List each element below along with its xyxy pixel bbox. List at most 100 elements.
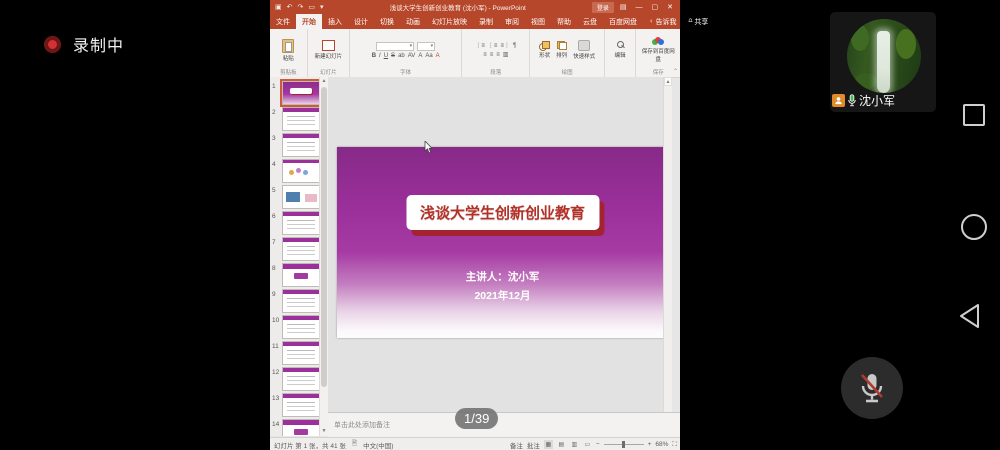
tab-云盘[interactable]: 云盘 [577,14,603,29]
thumbnail-preview[interactable] [282,367,321,391]
slide-counter: 幻灯片 第 1 张，共 41 张 [274,440,346,450]
start-slideshow-icon[interactable]: ▭ [308,3,315,11]
slide-title-plate[interactable]: 浅谈大学生创新创业教育 [406,195,599,230]
tab-切换[interactable]: 切换 [374,14,400,29]
spellcheck-icon[interactable]: 🖹 [352,439,357,450]
list-buttons[interactable]: ⋮≡⋮≡≡⋮¶ [475,42,516,49]
thumbnail-preview[interactable] [282,263,321,287]
microphone-muted-icon [857,371,887,405]
thumbnail-number: 12 [272,369,279,376]
language-indicator[interactable]: 中文(中国) [363,440,393,450]
tab-file[interactable]: 文件 [270,14,296,29]
tab-帮助[interactable]: 帮助 [551,14,577,29]
font-style-buttons[interactable]: BIUSabAVAAaA [372,53,440,59]
maximize-button[interactable]: ▢ [652,3,659,11]
scroll-up-icon[interactable]: ▲ [320,77,328,86]
align-buttons[interactable]: ≡≡≡▥ [483,51,508,58]
microphone-icon [847,94,857,107]
slide[interactable]: 浅谈大学生创新创业教育 主讲人：沈小军 2021年12月 [337,147,668,338]
redo-icon[interactable]: ↷ [298,3,304,11]
thumbnail-scrollbar[interactable]: ▲ ▼ [319,77,328,436]
thumbnail-preview[interactable] [282,341,321,365]
thumbnail-number: 9 [272,291,276,298]
scrollbar-thumb[interactable] [321,87,327,387]
tab-录制[interactable]: 录制 [473,14,499,29]
notes-pane[interactable]: 单击此处添加备注 [328,412,680,438]
thumbnail-preview[interactable] [282,211,321,235]
paste-button[interactable]: 粘贴 [282,39,294,62]
collapse-ribbon-icon[interactable]: ⌃ [673,68,678,75]
tab-幻灯片放映[interactable]: 幻灯片放映 [426,14,473,29]
titlebar[interactable]: ▣ ↶ ↷ ▭ ▾ 浅谈大学生创新创业教育 (沈小军) - PowerPoint… [270,0,680,14]
comments-toggle[interactable]: 批注 [527,440,540,450]
zoom-out-icon[interactable]: − [596,441,600,448]
status-bar: 幻灯片 第 1 张，共 41 张 🖹 中文(中国) 备注 批注 ▦ ▤ ▥ ▭ … [270,437,680,450]
normal-view-icon[interactable]: ▦ [544,440,553,449]
thumbnail-preview[interactable] [282,133,321,157]
thumbnail-preview[interactable] [282,419,321,436]
font-size-dropdown[interactable]: ▾ [417,42,435,51]
tab-设计[interactable]: 设计 [348,14,374,29]
arrange-button[interactable]: 排列 [556,41,567,59]
zoom-in-icon[interactable]: + [648,441,652,448]
editing-group: 编辑 [605,29,637,77]
thumbnail-number: 3 [272,135,276,142]
canvas-scrollbar[interactable]: ▲ [663,77,672,412]
thumbnail-preview[interactable] [282,185,321,209]
android-recents-button[interactable] [963,104,985,126]
baidu-netdisk-icon [652,37,664,46]
zoom-slider[interactable] [604,444,644,445]
paragraph-group: ⋮≡⋮≡≡⋮¶ ≡≡≡▥ 段落 [462,29,530,77]
recording-dot-icon [44,36,61,53]
fit-to-window-icon[interactable]: ⛶ [672,441,677,449]
tab-开始[interactable]: 开始 [296,14,322,29]
thumbnail-preview[interactable] [282,289,321,313]
thumbnail-preview[interactable] [282,107,321,131]
tab-百度网盘[interactable]: 百度网盘 [603,14,643,29]
thumbnail-number: 14 [272,421,279,428]
slide-date: 2021年12月 [337,288,668,303]
ribbon-tabs: 文件开始插入设计切换动画幻灯片放映录制审阅视图帮助云盘百度网盘♀告诉我⩍共享 [270,14,680,29]
zoom-level[interactable]: 68% [655,441,668,448]
tab-告诉我[interactable]: ♀告诉我 [643,14,683,29]
microphone-mute-button[interactable] [841,357,903,419]
notes-toggle[interactable]: 备注 [510,440,523,450]
share-person-icon: ⩍ [689,18,693,25]
signin-button[interactable]: 登录 [592,2,614,13]
android-back-button[interactable] [956,302,984,330]
font-name-dropdown[interactable]: ▾ [376,42,414,51]
tab-动画[interactable]: 动画 [400,14,426,29]
thumbnail-preview[interactable] [282,315,321,339]
thumbnail-preview[interactable] [282,81,321,105]
ribbon-display-options-icon[interactable]: ▤ [620,3,627,11]
thumbnail-preview[interactable] [282,393,321,417]
participant-name: 沈小军 [859,92,895,109]
minimize-button[interactable]: — [636,4,643,11]
scroll-up-icon[interactable]: ▲ [664,77,672,86]
slide-thumbnail-panel: 151413121110987654321 ▲ ▼ [270,77,328,436]
clipboard-group: 粘贴 剪贴板 [270,29,308,77]
new-slide-icon [322,40,335,51]
close-button[interactable]: ✕ [667,3,673,11]
thumbnail-preview[interactable] [282,159,321,183]
tab-视图[interactable]: 视图 [525,14,551,29]
quick-styles-button[interactable]: 快速样式 [573,40,595,60]
editing-button[interactable]: 编辑 [615,41,626,59]
new-slide-button[interactable]: 新建幻灯片 [315,40,343,60]
thumbnail-preview[interactable] [282,237,321,261]
reading-view-icon[interactable]: ▥ [570,440,579,449]
android-home-button[interactable] [961,214,987,240]
tab-审阅[interactable]: 审阅 [499,14,525,29]
shapes-button[interactable]: 形状 [539,41,550,59]
tab-共享[interactable]: ⩍共享 [683,14,715,29]
slide-sorter-view-icon[interactable]: ▤ [557,440,566,449]
slideshow-view-icon[interactable]: ▭ [583,440,592,449]
undo-icon[interactable]: ↶ [287,3,293,11]
save-icon[interactable]: ▣ [275,3,282,11]
zoom-slider-thumb[interactable] [622,441,625,448]
quick-access-toolbar: ▣ ↶ ↷ ▭ ▾ [270,3,324,11]
scroll-down-icon[interactable]: ▼ [320,427,328,436]
tab-插入[interactable]: 插入 [322,14,348,29]
webcam-tile[interactable]: 沈小军 [830,12,936,112]
save-to-baidu-button[interactable]: 保存到百度网盘 [641,37,675,63]
